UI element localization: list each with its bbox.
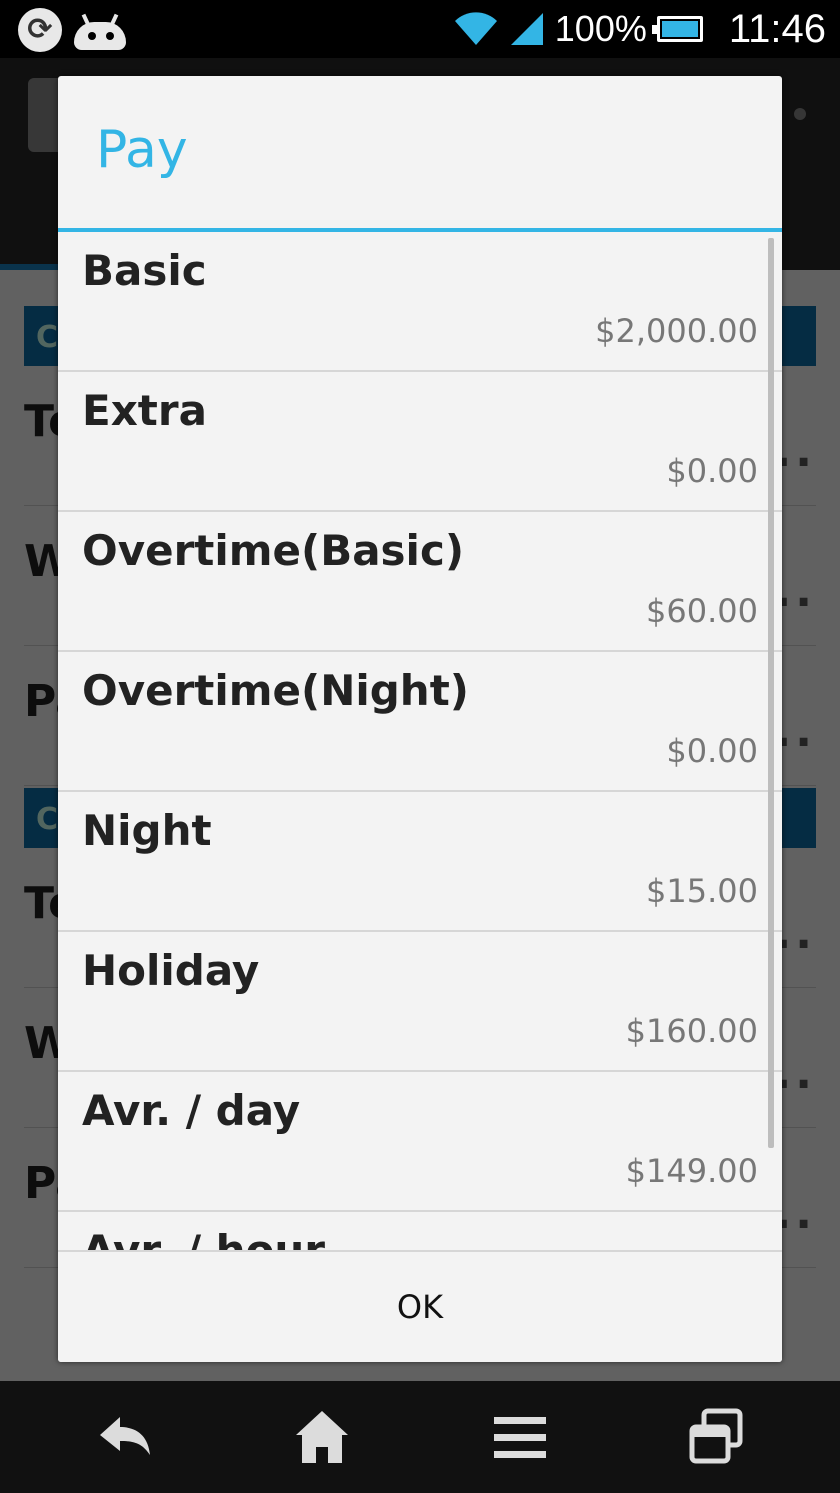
android-icon: [72, 12, 128, 52]
pay-item-label: Avr. / hour: [82, 1226, 325, 1250]
home-icon[interactable]: [290, 1405, 354, 1469]
menu-icon[interactable]: [488, 1405, 552, 1469]
back-icon[interactable]: [92, 1405, 156, 1469]
scrollbar[interactable]: [768, 238, 774, 1148]
navigation-bar: [0, 1381, 840, 1493]
pay-item-basic: Basic $2,000.00: [58, 232, 782, 372]
notification-icons: ⟳: [18, 8, 128, 52]
clock: 11:46: [728, 6, 826, 51]
pay-item-overtime-night: Overtime(Night) $0.00: [58, 652, 782, 792]
wifi-icon: [454, 12, 497, 45]
pay-item-overtime-basic: Overtime(Basic) $60.00: [58, 512, 782, 652]
pay-item-label: Avr. / day: [82, 1086, 301, 1135]
dialog-footer: OK: [58, 1250, 782, 1362]
pay-list[interactable]: Basic $2,000.00 Extra $0.00 Overtime(Bas…: [58, 232, 782, 1250]
dialog-title: Pay: [96, 120, 188, 180]
system-icons: 100% 11:46: [453, 0, 826, 58]
pay-item-extra: Extra $0.00: [58, 372, 782, 512]
recent-apps-icon[interactable]: [684, 1405, 748, 1469]
pay-item-value: $0.00: [666, 452, 758, 490]
pay-item-night: Night $15.00: [58, 792, 782, 932]
sync-icon: ⟳: [18, 8, 62, 52]
pay-item-label: Basic: [82, 246, 207, 295]
ok-button[interactable]: OK: [58, 1252, 782, 1362]
pay-item-value: $2,000.00: [595, 312, 758, 350]
pay-dialog: Pay Basic $2,000.00 Extra $0.00 Overtime…: [58, 76, 782, 1362]
pay-item-value: $0.00: [666, 732, 758, 770]
pay-item-label: Holiday: [82, 946, 260, 995]
pay-item-value: $60.00: [646, 592, 758, 630]
pay-item-avr-hour: Avr. / hour: [58, 1212, 782, 1250]
status-bar: ⟳ 100% 11:46: [0, 0, 840, 58]
pay-item-value: $15.00: [646, 872, 758, 910]
battery-icon: [651, 16, 703, 42]
pay-item-value: $160.00: [625, 1012, 758, 1050]
pay-item-label: Extra: [82, 386, 207, 435]
pay-item-avr-day: Avr. / day $149.00: [58, 1072, 782, 1212]
signal-icon: [510, 13, 543, 45]
pay-item-label: Overtime(Night): [82, 666, 469, 715]
pay-item-value: $149.00: [625, 1152, 758, 1190]
pay-item-label: Overtime(Basic): [82, 526, 465, 575]
pay-item-label: Night: [82, 806, 212, 855]
pay-item-holiday: Holiday $160.00: [58, 932, 782, 1072]
battery-percent: 100%: [554, 8, 647, 49]
